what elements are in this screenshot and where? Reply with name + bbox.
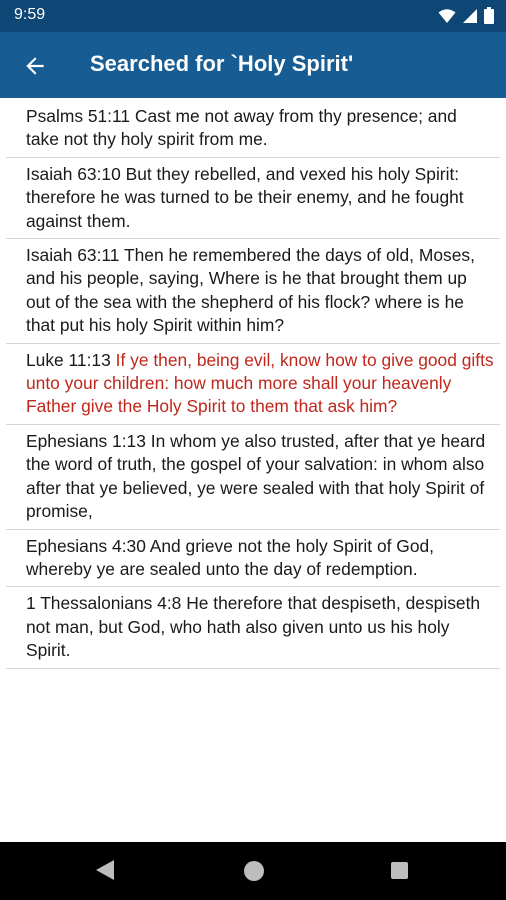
verse-reference: Isaiah 63:10 <box>26 163 121 184</box>
navigation-bar <box>0 842 506 900</box>
result-row[interactable]: 1 Thessalonians 4:8 He therefore that de… <box>6 587 500 669</box>
result-row[interactable]: Luke 11:13 If ye then, being evil, know … <box>6 344 500 425</box>
result-row[interactable]: Psalms 51:11 Cast me not away from thy p… <box>6 100 500 158</box>
status-bar: 9:59 <box>0 0 506 32</box>
result-row[interactable]: Ephesians 4:30 And grieve not the holy S… <box>6 530 500 588</box>
verse-reference: Ephesians 1:13 <box>26 430 146 451</box>
verse-reference: Isaiah 63:11 <box>26 245 120 266</box>
status-time: 9:59 <box>14 6 46 23</box>
verse-reference: 1 Thessalonians 4:8 <box>26 593 182 614</box>
verse-reference: Psalms 51:11 <box>26 106 131 126</box>
recents-square-icon[interactable] <box>391 862 408 879</box>
result-row[interactable]: Isaiah 63:10 But they rebelled, and vexe… <box>6 158 500 240</box>
result-row[interactable]: Ephesians 1:13 In whom ye also trusted, … <box>6 425 500 530</box>
result-row[interactable]: Isaiah 63:11 Then he remembered the days… <box>6 239 500 344</box>
verse-reference: Ephesians 4:30 <box>26 535 146 556</box>
battery-icon <box>484 7 494 24</box>
signal-icon <box>463 8 477 23</box>
status-icons <box>438 7 494 24</box>
page-title: Searched for `Holy Spirit' <box>90 51 354 76</box>
verse-reference: Luke 11:13 <box>26 349 111 370</box>
search-results-list: Psalms 51:11 Cast me not away from thy p… <box>6 100 500 669</box>
arrow-left-icon[interactable] <box>22 53 48 79</box>
back-triangle-icon[interactable] <box>96 860 114 880</box>
home-circle-icon[interactable] <box>244 861 264 881</box>
wifi-icon <box>438 8 456 23</box>
app-bar: Searched for `Holy Spirit' <box>0 32 506 98</box>
